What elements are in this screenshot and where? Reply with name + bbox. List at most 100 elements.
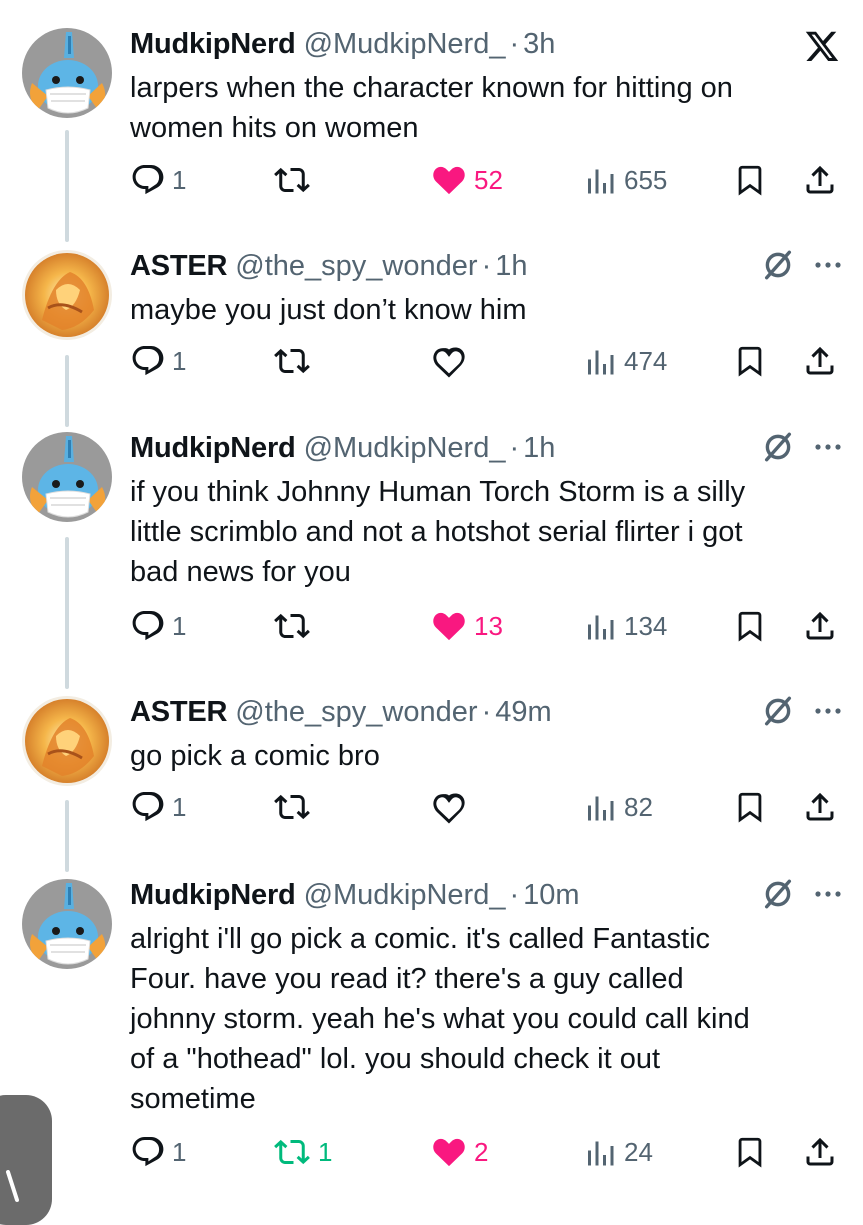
share-button[interactable] [802,158,838,202]
x-logo-icon[interactable] [803,28,841,64]
separator-dot: · [509,28,520,60]
grok-icon[interactable] [761,248,795,282]
mudkip-avatar[interactable] [22,28,112,118]
views-count: 655 [624,164,668,195]
retweet-button[interactable]: 1 [272,1130,332,1174]
bookmark-icon [733,343,767,379]
display-name[interactable]: ASTER [130,696,227,728]
mudkip-avatar[interactable] [22,879,112,969]
tweet-text: larpers when the character known for hit… [130,72,733,144]
action-bar: 1 13 134 [130,604,842,648]
share-button[interactable] [802,785,838,829]
tweet-header: ASTER @the_spy_wonder · 1h [130,250,843,290]
more-icon[interactable] [813,706,843,716]
share-icon [802,162,838,198]
grok-icon[interactable] [761,430,795,464]
share-button[interactable] [802,339,838,383]
reply-icon [130,789,166,825]
user-handle[interactable]: @the_spy_wonder [235,696,477,728]
retweet-icon [272,343,312,379]
views-button[interactable]: 474 [582,339,667,383]
more-icon[interactable] [813,889,843,899]
bookmark-button[interactable] [733,604,767,648]
tweet-header: ASTER @the_spy_wonder · 49m [130,696,843,736]
bookmark-button[interactable] [733,339,767,383]
reply-count: 1 [172,164,187,195]
grok-icon[interactable] [761,877,795,911]
more-icon[interactable] [813,442,843,452]
reply-count: 1 [172,345,187,376]
more-icon[interactable] [813,260,843,270]
reply-button[interactable]: 1 [130,158,186,202]
retweet-count: 1 [318,1136,333,1167]
retweet-button[interactable] [272,339,318,383]
action-bar: 1 52 655 [130,158,842,202]
device-edge-mark [6,1170,19,1202]
views-count: 134 [624,610,668,641]
display-name[interactable]: MudkipNerd [130,28,296,60]
timestamp[interactable]: 49m [495,696,551,728]
share-icon [802,789,838,825]
reply-count: 1 [172,1136,187,1167]
share-button[interactable] [802,1130,838,1174]
tweet-text: if you think Johnny Human Torch Storm is… [130,476,746,588]
views-button[interactable]: 24 [582,1130,653,1174]
timestamp[interactable]: 3h [523,28,555,60]
reply-icon [130,343,166,379]
like-button[interactable]: 13 [430,604,503,648]
bookmark-button[interactable] [733,1130,767,1174]
user-handle[interactable]: @MudkipNerd_ [304,432,506,464]
retweet-button[interactable] [272,785,318,829]
like-count: 2 [474,1136,489,1167]
tweet-menu [761,877,843,911]
tweet-menu [761,694,843,728]
bookmark-button[interactable] [733,158,767,202]
reply-button[interactable]: 1 [130,1130,186,1174]
user-handle[interactable]: @MudkipNerd_ [304,28,506,60]
action-bar: 1 82 [130,785,842,829]
timestamp[interactable]: 10m [523,879,579,911]
retweet-button[interactable] [272,604,318,648]
retweet-button[interactable] [272,158,318,202]
reply-button[interactable]: 1 [130,604,186,648]
human-torch-avatar[interactable] [22,250,112,340]
tweet-menu [761,430,843,464]
user-handle[interactable]: @the_spy_wonder [235,250,477,282]
tweet-thread: MudkipNerd @MudkipNerd_ · 3h larpers when t… [0,0,863,1225]
like-button[interactable]: 52 [430,158,503,202]
views-button[interactable]: 655 [582,158,667,202]
views-button[interactable]: 134 [582,604,667,648]
timestamp[interactable]: 1h [523,432,555,464]
like-button[interactable] [430,785,474,829]
separator-dot: · [481,250,492,282]
timestamp[interactable]: 1h [495,250,527,282]
user-handle[interactable]: @MudkipNerd_ [304,879,506,911]
views-icon [582,608,618,644]
thread-connector [65,130,69,242]
tweet-header: MudkipNerd @MudkipNerd_ · 10m [130,879,843,919]
display-name[interactable]: ASTER [130,250,227,282]
bookmark-button[interactable] [733,785,767,829]
tweet-menu [761,248,843,282]
like-button[interactable]: 2 [430,1130,488,1174]
retweet-icon [272,789,312,825]
share-button[interactable] [802,604,838,648]
display-name[interactable]: MudkipNerd [130,432,296,464]
reply-button[interactable]: 1 [130,785,186,829]
mudkip-avatar[interactable] [22,432,112,522]
views-button[interactable]: 82 [582,785,653,829]
bookmark-icon [733,162,767,198]
like-button[interactable] [430,339,474,383]
separator-dot: · [509,432,520,464]
thread-connector [65,800,69,872]
grok-icon[interactable] [761,694,795,728]
bookmark-icon [733,789,767,825]
human-torch-avatar[interactable] [22,696,112,786]
like-icon [430,1134,468,1170]
retweet-icon [272,608,312,644]
display-name[interactable]: MudkipNerd [130,879,296,911]
tweet-text: maybe you just don’t know him [130,294,527,326]
reply-button[interactable]: 1 [130,339,186,383]
reply-icon [130,162,166,198]
tweet-header: MudkipNerd @MudkipNerd_ · 3h [130,28,843,68]
